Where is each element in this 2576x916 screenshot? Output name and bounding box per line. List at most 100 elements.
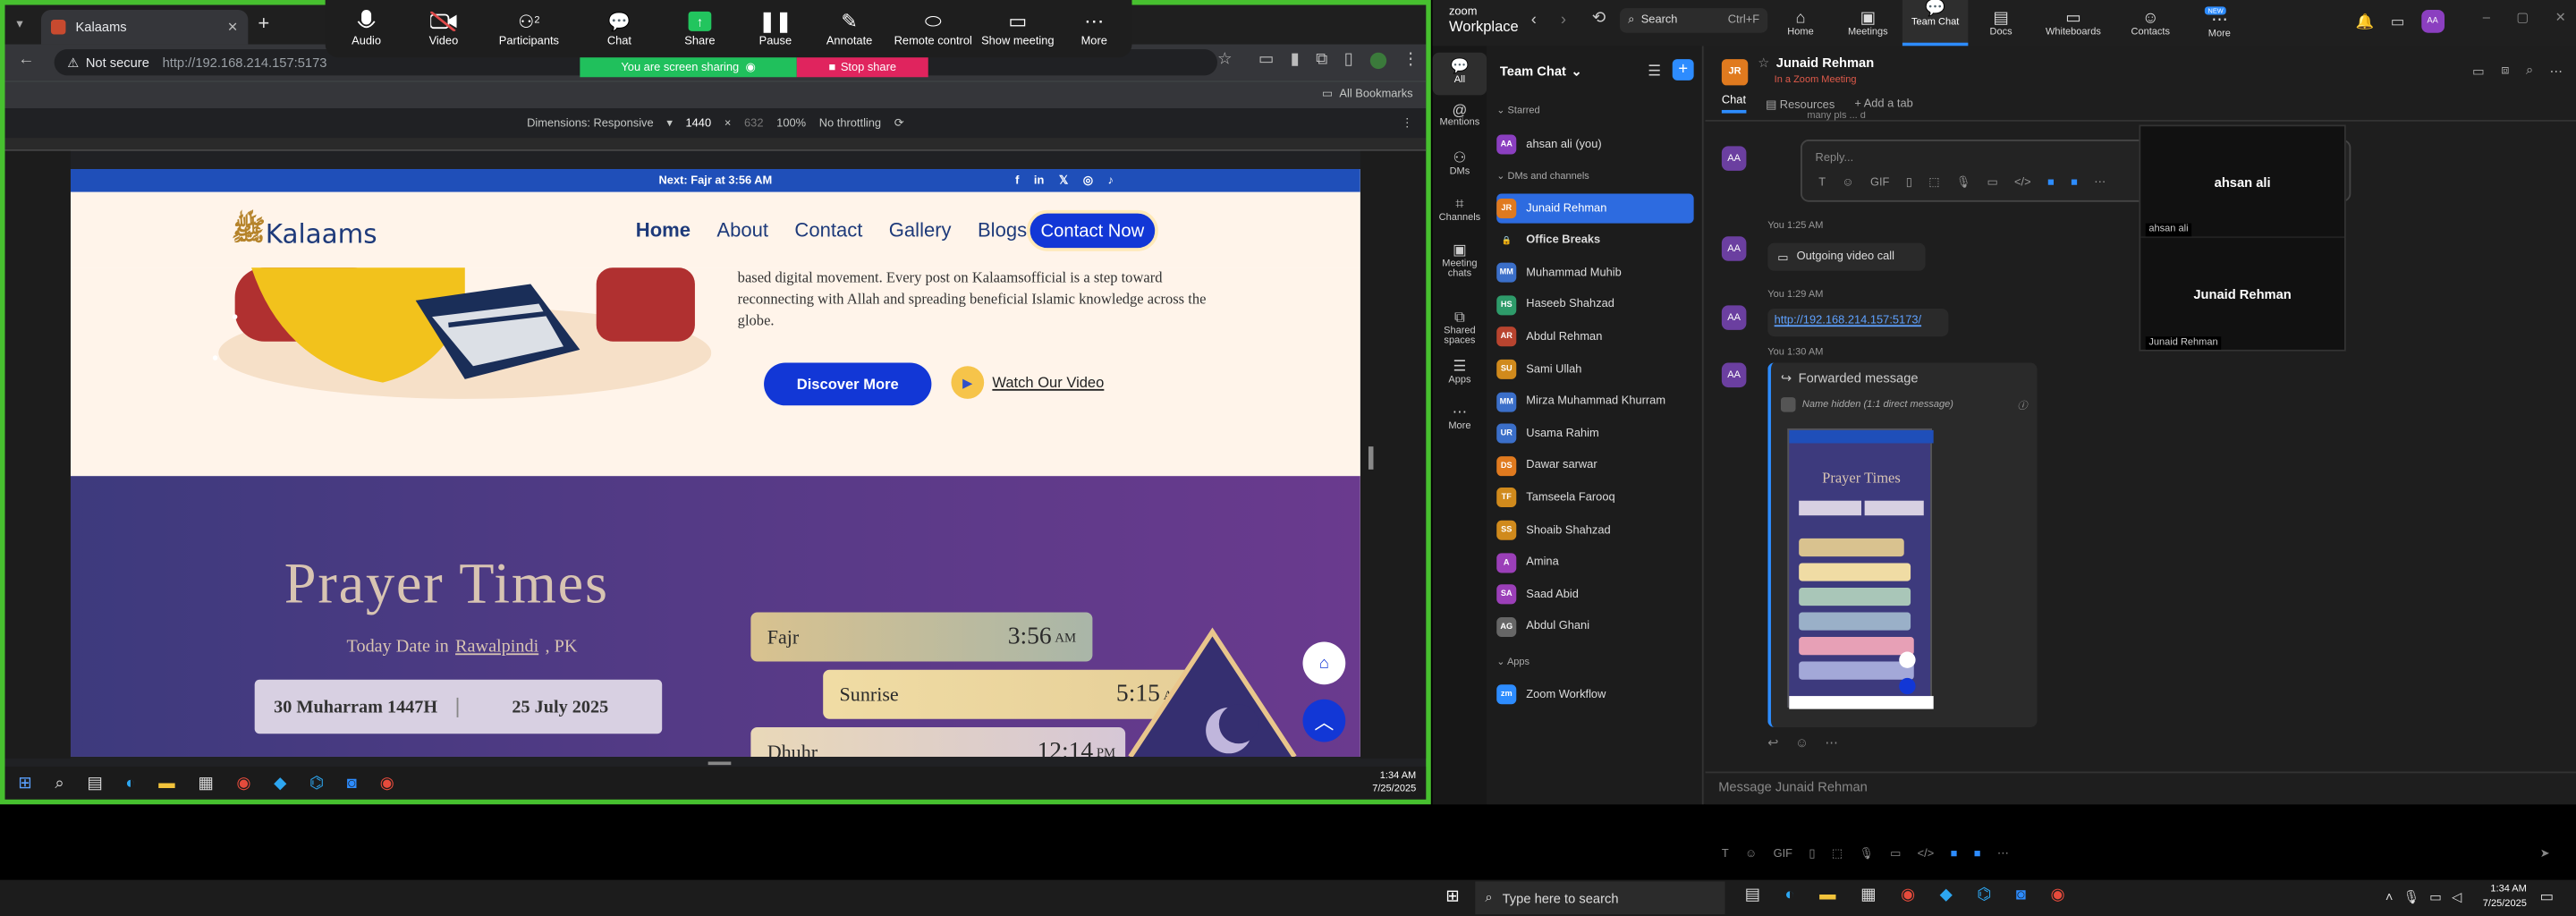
more-button[interactable]: ⋯More	[1053, 6, 1135, 47]
sidebar-icon[interactable]: ▯	[1344, 51, 1353, 69]
contact-item[interactable]: UR Usama Rahim	[1496, 419, 1693, 448]
contact-item[interactable]: AG Abdul Ghani	[1496, 612, 1693, 641]
instagram-icon[interactable]: ◎	[1083, 174, 1093, 187]
vscode-icon[interactable]: ⌬	[309, 774, 324, 792]
contact-item[interactable]: SU Sami Ullah	[1496, 354, 1693, 384]
contact-item[interactable]: DS Dawar sarwar	[1496, 451, 1693, 480]
extensions-icon[interactable]: ⧉	[1316, 51, 1327, 69]
app-1-icon[interactable]: ■	[1951, 848, 1958, 860]
forwarded-message[interactable]: ↪ Forwarded message Name hidden (1:1 dire…	[1767, 362, 2038, 727]
chat-widget-button[interactable]: ⌂	[1302, 641, 1346, 685]
rail-meeting-chats[interactable]: ▣ Meeting chats	[1433, 242, 1487, 279]
message-more-icon[interactable]: ⋯	[1825, 735, 1838, 751]
link-message[interactable]: http://192.168.214.157:5173/	[1767, 308, 1949, 337]
participants-button[interactable]: ⚇ 2 Participants	[487, 6, 570, 47]
gif-icon[interactable]: GIF	[1774, 848, 1792, 860]
new-chat-button[interactable]: +	[1672, 59, 1694, 81]
contact-item[interactable]: JR Junaid Rehman	[1496, 193, 1694, 224]
linkedin-icon[interactable]: in	[1034, 174, 1044, 186]
tab-whiteboards[interactable]: ▭ Whiteboards	[2034, 9, 2113, 37]
tab-home[interactable]: ⌂ Home	[1767, 9, 1833, 37]
gif-icon[interactable]: GIF	[1870, 176, 1889, 188]
show-meeting-button[interactable]: ▭Show meeting	[972, 6, 1063, 47]
video-msg-icon[interactable]: ▭	[1987, 175, 1997, 189]
add-reaction-icon[interactable]: ☺	[1795, 735, 1809, 751]
format-icon[interactable]: T	[1818, 176, 1826, 188]
team-chat-title[interactable]: Team Chat ⌄	[1500, 64, 1582, 80]
city-link[interactable]: Rawalpindi	[455, 637, 538, 657]
app-2-icon[interactable]: ■	[2071, 176, 2078, 188]
share-button[interactable]: ↑ Share	[659, 6, 741, 47]
store-icon[interactable]: ▦	[198, 774, 213, 792]
file-icon[interactable]: ▯	[1906, 175, 1912, 189]
tab-meetings[interactable]: ▣ Meetings	[1834, 9, 1902, 37]
send-icon[interactable]: ➤	[2540, 847, 2550, 861]
contact-item[interactable]: AR Abdul Rehman	[1496, 322, 1693, 352]
site-logo[interactable]: ﷺ Kalaams	[232, 214, 377, 255]
extension-icon[interactable]: ▮	[1291, 51, 1300, 69]
edge-icon[interactable]: ◐	[125, 774, 135, 792]
filter-icon[interactable]: ☰	[1648, 63, 1661, 81]
message-input[interactable]: Message Junaid Rehman	[1718, 780, 1868, 795]
reply-thread-icon[interactable]: ↩	[1767, 735, 1778, 751]
contact-item[interactable]: 🔒 Office Breaks	[1496, 225, 1693, 255]
annotate-button[interactable]: ✎Annotate	[809, 6, 891, 47]
edge-icon[interactable]: ◐	[1784, 886, 1794, 904]
tab-search-icon[interactable]: ▾	[12, 15, 28, 31]
chat-more-icon[interactable]: ⋯	[2550, 64, 2563, 79]
video-call-icon[interactable]: ▭	[2472, 64, 2485, 79]
app-icon[interactable]: ◆	[274, 774, 286, 792]
user-avatar[interactable]: AA	[2420, 10, 2445, 33]
emoji-icon[interactable]: ☺	[1745, 848, 1757, 860]
zoom-select[interactable]: 100%	[776, 117, 806, 129]
all-bookmarks[interactable]: ▭ All Bookmarks	[1322, 87, 1413, 100]
throttle-select[interactable]: No throttling	[819, 117, 881, 129]
video-tile-remote[interactable]: Junaid Rehman Junaid Rehman	[2140, 238, 2344, 350]
x-icon[interactable]: 𝕏	[1059, 174, 1068, 187]
minimize-icon[interactable]: –	[2483, 10, 2490, 25]
back-arrow-icon[interactable]: ‹	[1531, 12, 1537, 30]
contact-item[interactable]: TF Tamseela Farooq	[1496, 483, 1693, 513]
chrome-icon-2[interactable]: ◉	[380, 774, 394, 792]
rail-shared-spaces[interactable]: ⧉ Shared spaces	[1433, 309, 1487, 346]
zoom-workflow-app[interactable]: zm Zoom Workflow	[1496, 680, 1693, 709]
nav-home[interactable]: Home	[636, 218, 691, 242]
rail-channels[interactable]: ⌗ Channels	[1433, 195, 1487, 223]
bookmark-star-icon[interactable]: ☆	[1217, 51, 1232, 69]
rail-dms[interactable]: ⚇ DMs	[1433, 149, 1487, 177]
rotate-icon[interactable]: ⟳	[894, 116, 904, 130]
tray-chevron-icon[interactable]: ˄	[2385, 890, 2394, 905]
windows-start-icon[interactable]: ⊞	[1445, 888, 1459, 906]
search-icon[interactable]: ⌕	[55, 774, 64, 792]
contact-item[interactable]: SS Shoaib Shahzad	[1496, 515, 1693, 545]
volume-icon[interactable]: ◁	[2452, 890, 2462, 905]
chrome-icon[interactable]: ◉	[236, 774, 250, 792]
code-icon[interactable]: </>	[2014, 176, 2031, 188]
remote-control-button[interactable]: ⬭Remote control	[887, 6, 979, 47]
stop-share-button[interactable]: ■ Stop share	[796, 57, 928, 78]
windows-start-icon[interactable]: ⊞	[18, 774, 31, 792]
nav-blogs[interactable]: Blogs	[978, 218, 1027, 242]
tab-more[interactable]: NEW ⋯ More	[2188, 6, 2250, 39]
app-2-icon[interactable]: ■	[1974, 848, 1981, 860]
file-explorer-icon[interactable]: ▬	[158, 774, 174, 792]
composer-more-icon[interactable]: ⋯	[1997, 847, 2009, 861]
forwarded-screenshot[interactable]: Prayer Times	[1787, 428, 1934, 709]
app-1-icon[interactable]: ■	[2047, 176, 2055, 188]
close-icon[interactable]: ✕	[2555, 10, 2566, 25]
panel-icon[interactable]: ▭	[2391, 13, 2405, 30]
chat-search-icon[interactable]: ⌕	[2526, 63, 2533, 79]
contact-item[interactable]: MM Mirza Muhammad Khurram	[1496, 386, 1693, 416]
pause-button[interactable]: ❚❚Pause	[734, 6, 817, 47]
tab-docs[interactable]: ▤ Docs	[1968, 9, 2033, 37]
zoom-task-icon[interactable]: ◙	[2016, 886, 2026, 904]
apps-header[interactable]: ⌄ Apps	[1496, 657, 1530, 668]
dimensions-select[interactable]: Dimensions: Responsive	[527, 117, 654, 129]
tiktok-icon[interactable]: ♪	[1108, 174, 1114, 186]
chrome-icon[interactable]: ◉	[1901, 886, 1915, 904]
star-icon[interactable]: ☆	[1758, 55, 1769, 72]
back-icon[interactable]: ←	[18, 51, 34, 69]
info-icon[interactable]: ⓘ	[2017, 397, 2027, 412]
store-icon[interactable]: ▦	[1860, 886, 1876, 904]
chrome-icon-2[interactable]: ◉	[2051, 886, 2065, 904]
